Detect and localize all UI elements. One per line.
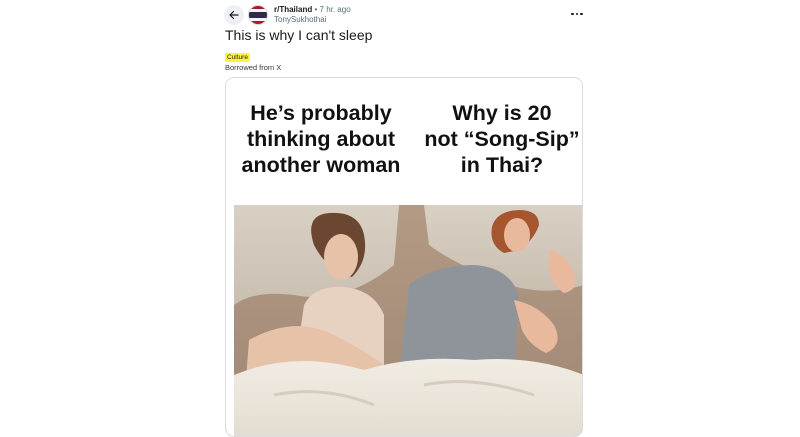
post-container: r/Thailand • 7 hr. ago TonySukhothai Thi…: [218, 0, 590, 437]
thailand-flag-icon: [249, 6, 267, 24]
subreddit-link[interactable]: r/Thailand: [274, 5, 312, 14]
post-timestamp: 7 hr. ago: [319, 5, 351, 14]
meme-caption-right: Why is 20 not “Song-Sip” in Thai?: [424, 101, 580, 177]
post-media[interactable]: He’s probably thinking about another wom…: [225, 77, 583, 437]
post-title: This is why I can't sleep: [225, 27, 373, 43]
back-button[interactable]: [224, 5, 244, 25]
meme-caption-left: He’s probably thinking about another wom…: [241, 101, 401, 177]
meme-photo: [234, 205, 582, 436]
subreddit-avatar[interactable]: [248, 5, 268, 25]
flair-badge[interactable]: Culture: [225, 53, 250, 62]
post-header: r/Thailand • 7 hr. ago TonySukhothai: [224, 4, 590, 26]
arrow-left-icon: [229, 10, 239, 20]
meta-separator: •: [314, 5, 318, 14]
post-body: Borrowed from X: [225, 63, 282, 72]
post-meta: r/Thailand • 7 hr. ago TonySukhothai: [274, 5, 351, 25]
more-horizontal-icon: [571, 12, 583, 16]
author-link[interactable]: TonySukhothai: [274, 15, 351, 25]
more-options-button[interactable]: [570, 8, 584, 20]
